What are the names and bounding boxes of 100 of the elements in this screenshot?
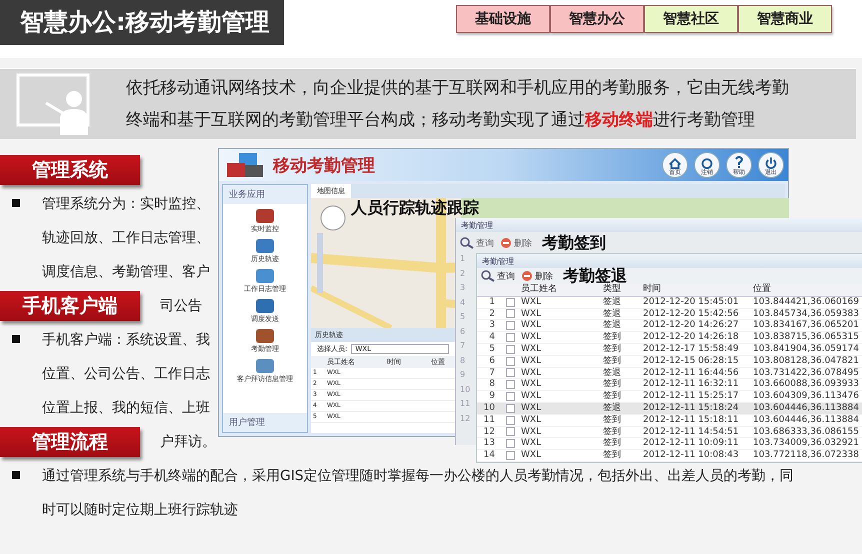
table-cell: WXL — [521, 450, 603, 462]
table-cell: 103.844421,36.060169 — [753, 296, 862, 309]
checkbox[interactable] — [506, 368, 514, 378]
bullet-text: 位置、公司公告、工作日志 — [42, 365, 210, 383]
table-row[interactable]: 1 WXL 签退 2012-12-20 15:45:01 103.844421,36.060169 — [477, 296, 862, 309]
section-label: 管理系统 — [0, 155, 140, 185]
table-cell: WXL — [521, 356, 603, 368]
table-cell: WXL — [521, 344, 603, 356]
tile-icon — [255, 298, 275, 314]
table-row[interactable]: 12 WXL 签到 2012-12-11 14:54:51 103.686333,36.086155 — [477, 426, 862, 438]
table-cell: 103.686333,36.086155 — [753, 426, 862, 438]
nav-tab[interactable]: 智慧办公 — [550, 5, 644, 33]
table-row[interactable]: 2 WXL 签退 2012-12-20 15:42:56 103.845734,36.059383 — [477, 308, 862, 320]
checkbox[interactable] — [506, 380, 514, 390]
row-number: 4 — [460, 298, 466, 308]
checkbox[interactable] — [506, 392, 514, 402]
row-number: 8 — [477, 379, 499, 392]
bullet-icon — [12, 335, 20, 343]
checkbox[interactable] — [506, 344, 514, 354]
row-number: 7 — [460, 341, 466, 352]
table-cell: 103.604446,36.113884 — [753, 402, 862, 415]
checkbox[interactable] — [506, 321, 514, 330]
bullet-text: 手机客户端：系统设置、我 — [42, 331, 210, 349]
checkbox[interactable] — [506, 416, 514, 425]
sidebar-group[interactable]: 用户管理 — [223, 413, 307, 432]
bullet-text: 位置上报、我的短信、上班 — [42, 399, 210, 417]
table-row[interactable]: 5 WXL 签到 2012-12-17 15:58:49 103.841904,36.059174 — [477, 344, 862, 356]
bullet-text: 司公告 — [160, 297, 202, 315]
row-number: 9 — [460, 370, 466, 381]
row-number: 7 — [477, 368, 499, 380]
checkbox[interactable] — [506, 427, 514, 436]
table-row[interactable]: 3 WXL 签退 2012-12-20 14:26:27 103.834167,36.065201 — [477, 320, 862, 332]
table-row[interactable]: 7 WXL 签退 2012-12-11 16:44:56 103.731422,36.078495 — [477, 368, 862, 380]
row-number: 2 — [477, 308, 499, 320]
nav-tab[interactable]: 智慧社区 — [644, 5, 738, 33]
table-row[interactable]: 8 WXL 签到 2012-12-11 16:32:11 103.660088,36.093933 — [477, 379, 862, 392]
row-number: 3 — [477, 320, 499, 332]
bullet-icon — [12, 471, 20, 479]
checkbox[interactable] — [506, 333, 514, 342]
row-number: 3 — [460, 283, 466, 294]
section-label: 管理流程 — [0, 427, 140, 457]
table-row[interactable]: 4 WXL 签到 2012-12-20 14:26:18 103.838715,36.065315 — [477, 332, 862, 344]
table-row[interactable]: 14 WXL 签到 2012-12-11 10:08:43 103.772118,36.072338 — [477, 450, 862, 462]
section-label: 手机客户端 — [0, 291, 140, 321]
magnifier-icon — [460, 237, 474, 249]
row-number: 13 — [477, 438, 499, 450]
tile-icon — [255, 268, 275, 284]
table-row[interactable]: 10 WXL 签退 2012-12-11 15:18:24 103.604446,36.113884 — [477, 402, 862, 415]
bullet-text: 通过管理系统与手机终端的配合，采用GIS定位管理随时掌握每一办公楼的人员考勤情况，包括外出、出差人员的考勤，同 — [42, 467, 794, 485]
row-number: 14 — [477, 450, 499, 462]
tile-icon — [255, 328, 275, 344]
cubes-icon — [225, 151, 265, 179]
table-cell: 103.734009,36.032921 — [753, 438, 862, 450]
checkbox[interactable] — [506, 451, 514, 460]
panel-title: 考勤管理 — [456, 218, 862, 232]
table-cell: 103.834167,36.065201 — [753, 320, 862, 332]
checkbox[interactable] — [506, 439, 514, 448]
table-row[interactable]: 6 WXL 签到 2012-12-15 06:28:15 103.808128,36.047821 — [477, 356, 862, 368]
column-header: 员工姓名 — [521, 284, 603, 296]
row-number: 12 — [477, 426, 499, 438]
table-cell: 103.604446,36.113884 — [753, 414, 862, 427]
bullet-icon — [12, 199, 20, 207]
nav-tab[interactable]: 智慧商业 — [738, 5, 832, 33]
table-cell: 2012-12-11 10:09:11 — [643, 438, 753, 450]
table-cell: 103.660088,36.093933 — [753, 379, 862, 392]
table-row[interactable]: 11 WXL 签到 2012-12-11 15:18:11 103.604446,36.113884 — [477, 414, 862, 427]
overlay-caption: 考勤签到 — [542, 232, 606, 254]
row-number: 6 — [477, 356, 499, 368]
row-number: 4 — [477, 332, 499, 344]
checkbox[interactable] — [506, 404, 514, 413]
row-number: 2 — [460, 268, 466, 280]
checkbox[interactable] — [506, 309, 514, 318]
sidebar-group[interactable]: 业务应用 — [223, 185, 307, 204]
table-cell: WXL — [521, 426, 603, 438]
table-cell: 签退 — [603, 308, 643, 320]
table-cell: WXL — [521, 379, 603, 392]
column-header: 类型 — [603, 284, 643, 296]
panel-title: 考勤管理 — [477, 254, 862, 268]
row-number: 1 — [477, 296, 499, 309]
table-cell: 2012-12-11 16:44:56 — [643, 368, 753, 380]
nav-tab[interactable]: 基础设施 — [456, 5, 550, 33]
query-button[interactable]: 查询 — [460, 236, 494, 250]
row-number: 12 — [460, 414, 472, 424]
bullet-text: 户拜访。 — [160, 433, 216, 451]
checkbox[interactable] — [506, 356, 514, 366]
table-cell: 签到 — [603, 379, 643, 392]
table-cell: 103.845734,36.059383 — [753, 308, 862, 320]
table-cell: 签到 — [603, 438, 643, 450]
table-cell: 签退 — [603, 368, 643, 380]
row-number: 5 — [460, 312, 466, 323]
delete-button[interactable]: 删除 — [521, 270, 553, 282]
delete-button[interactable]: 删除 — [500, 236, 532, 250]
table-row[interactable]: 13 WXL 签到 2012-12-11 10:09:11 103.734009,36.032921 — [477, 438, 862, 450]
query-button[interactable]: 查询 — [481, 270, 515, 282]
table-cell: 2012-12-11 16:32:11 — [643, 379, 753, 392]
table-cell: 2012-12-17 15:58:49 — [643, 344, 753, 356]
table-cell: 103.808128,36.047821 — [753, 356, 862, 368]
column-header: 位置 — [753, 284, 862, 296]
checkbox[interactable] — [506, 298, 514, 307]
row-number: 5 — [477, 344, 499, 356]
